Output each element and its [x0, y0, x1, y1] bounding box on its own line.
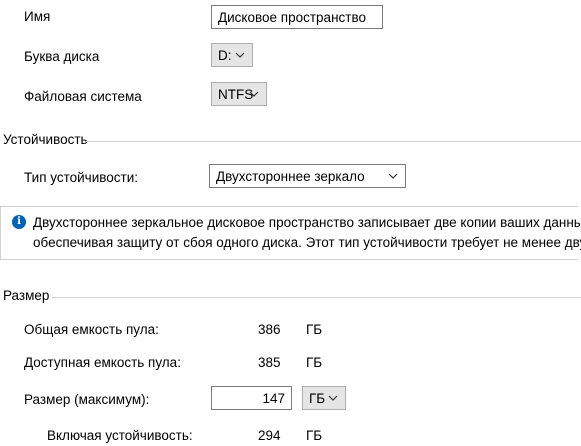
filesystem-select[interactable]: NTFS [211, 82, 267, 106]
chevron-down-icon [249, 91, 259, 97]
including-resiliency-unit: ГБ [306, 428, 323, 443]
including-resiliency-label: Включая устойчивость: [47, 428, 193, 443]
chevron-down-icon [328, 395, 338, 401]
size-divider [51, 297, 581, 298]
drive-letter-value: D: [218, 47, 232, 63]
resiliency-type-select[interactable]: Двухстороннее зеркало [209, 164, 406, 188]
name-input-value: Дисковое пространство [218, 9, 366, 25]
filesystem-label: Файловая система [24, 89, 142, 104]
size-unit-value: ГБ [309, 390, 326, 406]
chevron-down-icon [388, 173, 398, 179]
chevron-down-icon [235, 52, 245, 58]
resiliency-type-label: Тип устойчивости: [24, 170, 139, 185]
total-pool-unit: ГБ [306, 322, 323, 337]
resiliency-info-line2: обеспечивая защиту от сбоя одного диска.… [33, 235, 581, 250]
filesystem-value: NTFS [218, 86, 254, 102]
size-max-input[interactable]: 147 [211, 386, 292, 410]
size-section-title: Размер [3, 288, 50, 303]
drive-letter-select[interactable]: D: [211, 43, 253, 67]
total-pool-value: 386 [258, 322, 281, 337]
available-pool-value: 385 [258, 355, 281, 370]
available-pool-unit: ГБ [306, 355, 323, 370]
resiliency-info-line1: Двухстороннее зеркальное дисковое простр… [33, 215, 581, 230]
resiliency-section-title: Устойчивость [3, 132, 88, 147]
info-icon: i [12, 215, 26, 229]
drive-letter-label: Буква диска [24, 49, 100, 64]
size-max-value: 147 [262, 390, 285, 406]
resiliency-divider [86, 141, 581, 142]
name-input[interactable]: Дисковое пространство [211, 5, 383, 29]
size-max-label: Размер (максимум): [24, 392, 150, 407]
available-pool-label: Доступная емкость пула: [24, 355, 181, 370]
total-pool-label: Общая емкость пула: [24, 322, 159, 337]
name-label: Имя [24, 9, 51, 24]
resiliency-type-value: Двухстороннее зеркало [216, 168, 365, 184]
size-unit-select[interactable]: ГБ [302, 386, 346, 410]
including-resiliency-value: 294 [258, 428, 281, 443]
